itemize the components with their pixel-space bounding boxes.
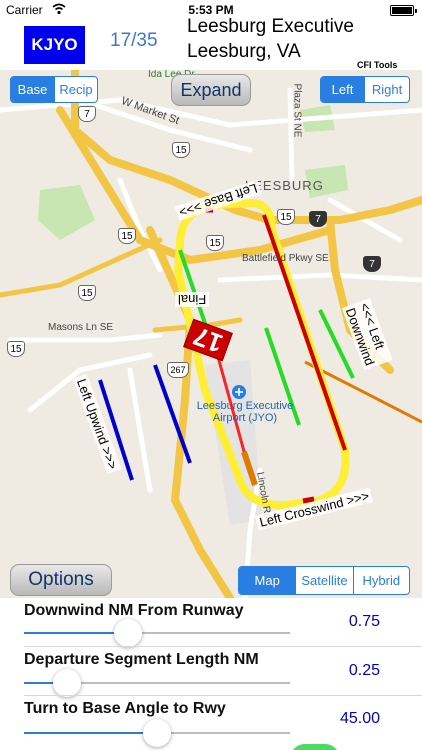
base-option[interactable]: Base [11,77,54,102]
base-angle-label: Turn to Base Angle to Rwy [24,700,226,717]
left-right-toggle: Left Right [320,76,410,103]
slider-thumb[interactable] [113,619,142,647]
slider-thumb[interactable] [52,669,81,697]
airport-map-label: Leesburg Executive Airport (JYO) [190,400,300,424]
base-recip-toggle: Base Recip [10,76,98,103]
options-button[interactable]: Options [10,564,112,596]
route-15-shield: 15 [118,228,136,244]
street-masons: Masons Ln SE [48,322,114,333]
departure-length-value: 0.25 [348,662,380,679]
map-type-satellite[interactable]: Satellite [295,567,352,594]
airport-city: Leesburg, VA [187,41,301,62]
route-7-shield: 7 [78,106,96,122]
airport-name: Leesburg Executive [187,16,354,37]
settings-panel: Downwind NM From Runway 0.75 Departure S… [0,598,422,750]
airport-map-label-line2: Airport (JYO) [212,412,278,424]
route-15-shield: 15 [277,209,295,225]
route-7-shield: 7 [309,211,327,227]
route-15-shield: 15 [78,285,96,301]
expand-button[interactable]: Expand [171,74,251,106]
airport-code-button[interactable]: KJYO [24,26,85,64]
downwind-distance-slider[interactable] [24,619,290,647]
airport-map-label-line1: Leesburg Executive [196,400,294,412]
downwind-distance-label: Downwind NM From Runway [24,602,244,619]
slider-thumb[interactable] [143,719,171,747]
route-15-shield: 15 [7,341,25,357]
divider [24,695,422,696]
final-label: Final [175,292,210,307]
runway-counter[interactable]: 17/35 [110,30,158,52]
divider [24,646,422,647]
street-plaza: Plaza St NE [291,83,303,138]
route-15-shield: 15 [172,142,190,158]
right-option[interactable]: Right [364,77,409,102]
street-battlefield: Battlefield Pkwy SE [242,253,329,264]
departure-length-label: Departure Segment Length NM [24,651,259,668]
app-label: CFI Tools [357,60,398,70]
recip-option[interactable]: Recip [53,77,97,102]
slider-fill [24,732,157,734]
map-type-map[interactable]: Map [239,567,296,594]
battery-icon [390,5,417,16]
map-type-toggle: Map Satellite Hybrid [238,566,410,595]
base-angle-value: 45.00 [339,710,380,727]
map-type-hybrid[interactable]: Hybrid [352,567,409,594]
header: KJYO 17/35 Leesburg Executive Leesburg, … [0,16,422,70]
map-view[interactable]: W Market St Plaza St NE LEESBURG Battlef… [0,70,422,598]
route-15-shield: 15 [206,235,224,251]
route-267-shield: 267 [167,362,189,378]
clock: 5:53 PM [188,3,234,17]
option-toggle[interactable] [290,744,340,750]
left-option[interactable]: Left [321,77,365,102]
slider-fill [24,632,128,634]
downwind-distance-value: 0.75 [348,613,380,630]
route-7-shield: 7 [363,256,381,272]
departure-length-slider[interactable] [24,669,290,697]
base-angle-slider[interactable] [24,719,290,747]
